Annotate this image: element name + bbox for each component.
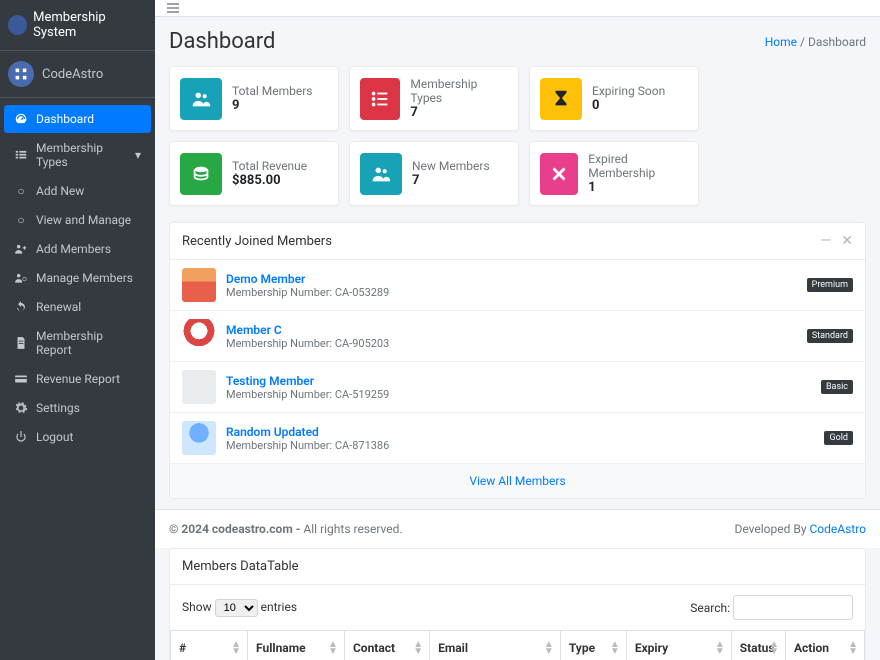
recent-member-row[interactable]: Demo MemberMembership Number: CA-053289 … — [170, 260, 865, 311]
col-expiry[interactable]: Expiry▲▼ — [626, 631, 731, 660]
col-email[interactable]: Email▲▼ — [430, 631, 561, 660]
nav-label: Manage Members — [36, 271, 133, 285]
nav-label: View and Manage — [36, 213, 131, 227]
card-expiring-soon[interactable]: Expiring Soon0 — [529, 66, 699, 131]
card-total-members[interactable]: Total Members9 — [169, 66, 339, 131]
nav-revenue[interactable]: Revenue Report — [4, 365, 151, 393]
topbar — [155, 0, 880, 17]
circle-icon: ○ — [14, 213, 28, 227]
avatar — [182, 268, 216, 302]
brand-text: Membership System — [33, 10, 147, 40]
stat-cards: Total Members9 Membership Types7 Expirin… — [155, 60, 880, 212]
membership-badge: Gold — [824, 431, 853, 445]
users-icon — [180, 78, 222, 120]
breadcrumb: Home / Dashboard — [765, 35, 866, 49]
nav-report[interactable]: Membership Report — [4, 322, 151, 364]
hourglass-icon — [540, 78, 582, 120]
nav-label: Add New — [36, 184, 84, 198]
chevron-down-icon: ▾ — [135, 148, 141, 162]
nav-manage-members[interactable]: Manage Members — [4, 264, 151, 292]
col-action[interactable]: Action▲▼ — [785, 631, 864, 660]
footer: © 2024 codeastro.com - All rights reserv… — [155, 509, 880, 548]
file-icon — [14, 336, 28, 350]
breadcrumb-current: Dashboard — [808, 35, 866, 49]
recent-member-row[interactable]: Member CMembership Number: CA-905203 Sta… — [170, 311, 865, 362]
avatar — [8, 61, 34, 87]
breadcrumb-home[interactable]: Home — [765, 35, 797, 49]
nav-membership-types[interactable]: Membership Types ▾ — [4, 134, 151, 176]
nav-label: Membership Report — [36, 329, 141, 357]
col-contact[interactable]: Contact▲▼ — [344, 631, 429, 660]
power-icon — [14, 430, 28, 444]
nav-settings[interactable]: Settings — [4, 394, 151, 422]
user-name: CodeAstro — [42, 67, 103, 82]
developer-link[interactable]: CodeAstro — [809, 522, 866, 536]
list-icon — [360, 78, 400, 120]
avatar — [182, 319, 216, 353]
membership-badge: Premium — [807, 278, 853, 292]
page-length-select[interactable]: 10 — [215, 599, 258, 617]
card-membership-types[interactable]: Membership Types7 — [349, 66, 519, 131]
panel-title: Members DataTable — [182, 559, 299, 574]
card-expired[interactable]: Expired Membership1 — [529, 141, 699, 206]
avatar — [182, 421, 216, 455]
nav-label: Logout — [36, 430, 73, 444]
page-title: Dashboard — [169, 29, 275, 54]
card-total-revenue[interactable]: Total Revenue$885.00 — [169, 141, 339, 206]
recent-member-row[interactable]: Random UpdatedMembership Number: CA-8713… — [170, 413, 865, 464]
gear-icon — [14, 401, 28, 415]
toggle-sidebar-button[interactable] — [165, 0, 181, 16]
circle-icon: ○ — [14, 184, 28, 198]
panel-title: Recently Joined Members — [182, 234, 332, 249]
gauge-icon — [14, 112, 28, 126]
col-type[interactable]: Type▲▼ — [560, 631, 626, 660]
nav-add-new[interactable]: ○ Add New — [4, 177, 151, 205]
nav-label: Membership Types — [36, 141, 127, 169]
collapse-icon[interactable]: — — [820, 233, 831, 249]
user-panel[interactable]: CodeAstro — [0, 51, 155, 98]
nav-label: Renewal — [36, 300, 81, 314]
membership-badge: Basic — [821, 380, 853, 394]
main: Dashboard Home / Dashboard Total Members… — [155, 0, 880, 660]
users-plus-icon — [14, 242, 28, 256]
card-new-members[interactable]: New Members7 — [349, 141, 519, 206]
nav-label: Revenue Report — [36, 372, 120, 386]
sidebar: Membership System CodeAstro Dashboard Me… — [0, 0, 155, 660]
col-status[interactable]: Status▲▼ — [731, 631, 785, 660]
avatar — [182, 370, 216, 404]
users-gear-icon — [14, 271, 28, 285]
page-header: Dashboard Home / Dashboard — [155, 17, 880, 60]
nav-view-manage[interactable]: ○ View and Manage — [4, 206, 151, 234]
col-fullname[interactable]: Fullname▲▼ — [248, 631, 345, 660]
nav-dashboard[interactable]: Dashboard — [4, 105, 151, 133]
membership-badge: Standard — [807, 329, 853, 343]
nav-logout[interactable]: Logout — [4, 423, 151, 451]
members-table: #▲▼ Fullname▲▼ Contact▲▼ Email▲▼ Type▲▼ … — [170, 630, 865, 660]
nav-label: Add Members — [36, 242, 111, 256]
recent-member-row[interactable]: Testing MemberMembership Number: CA-5192… — [170, 362, 865, 413]
search-input[interactable] — [733, 595, 853, 620]
undo-icon — [14, 300, 28, 314]
card-icon — [14, 372, 28, 386]
nav-add-members[interactable]: Add Members — [4, 235, 151, 263]
coins-icon — [180, 153, 222, 195]
recent-members-panel: Recently Joined Members — ✕ Demo MemberM… — [169, 222, 866, 499]
nav: Dashboard Membership Types ▾ ○ Add New ○… — [0, 98, 155, 451]
brand[interactable]: Membership System — [0, 0, 155, 51]
close-icon[interactable]: ✕ — [841, 233, 853, 249]
view-all-link[interactable]: View All Members — [469, 474, 565, 488]
datatable-panel: Members DataTable Show 10 entries Search… — [169, 548, 866, 660]
nav-renewal[interactable]: Renewal — [4, 293, 151, 321]
brand-icon — [8, 15, 27, 35]
users-icon — [360, 153, 402, 195]
list-icon — [14, 148, 28, 162]
col-id[interactable]: #▲▼ — [171, 631, 248, 660]
close-icon — [540, 153, 578, 195]
nav-label: Settings — [36, 401, 80, 415]
nav-label: Dashboard — [36, 112, 94, 126]
